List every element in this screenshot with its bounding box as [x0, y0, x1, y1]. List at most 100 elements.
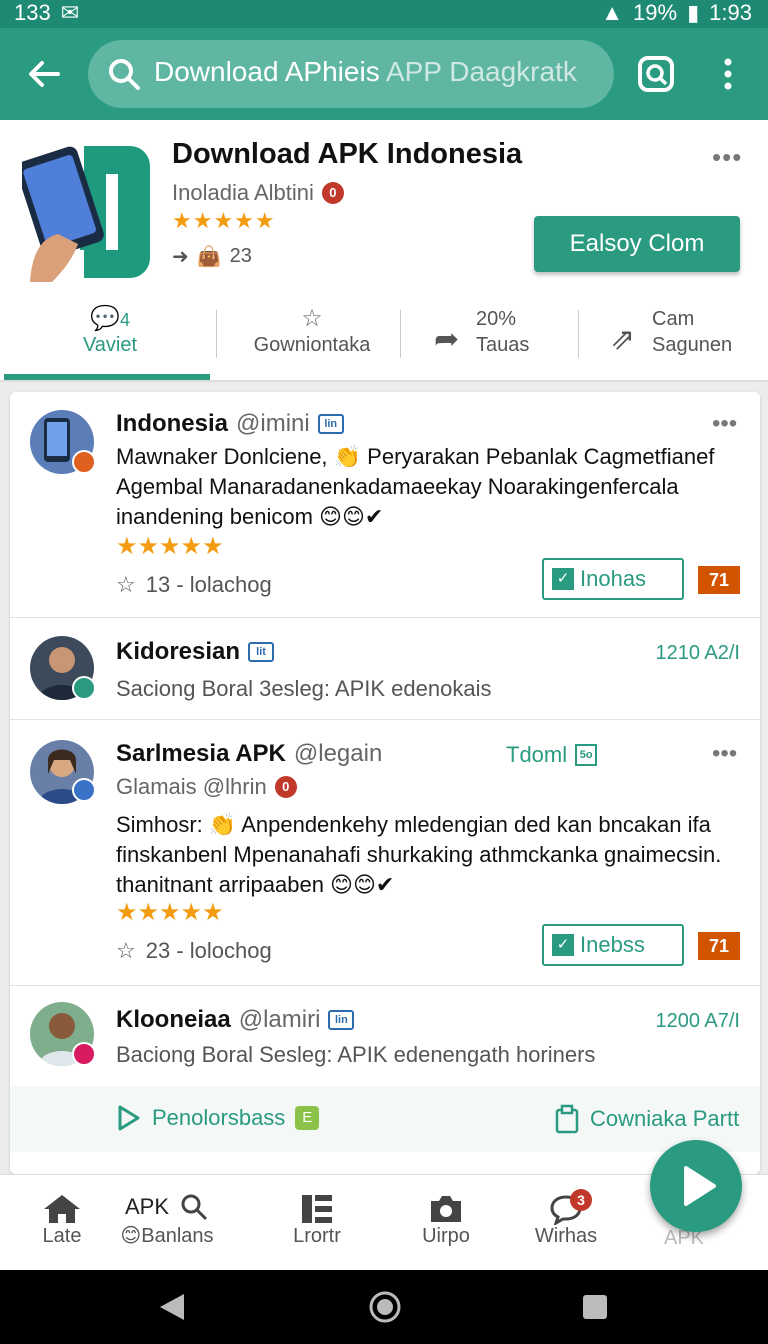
post-meta-text: 13 - lolachog	[145, 572, 272, 597]
app-meta-count: 23	[229, 245, 252, 267]
post-more-icon[interactable]: •••	[712, 410, 737, 438]
post-tag: Tdoml 5o	[506, 742, 598, 768]
share-arrow-icon: ➦	[434, 323, 460, 356]
post-author: Sarlmesia APK	[116, 740, 286, 767]
tab-sagunen-label: Sagunen	[652, 334, 733, 356]
action-row: Penolorsbass E Cowniaka Partt	[10, 1086, 760, 1152]
e-badge-icon: E	[295, 1106, 320, 1130]
post-secondary-text: Glamais @lhrin	[116, 774, 267, 799]
cowniaka-action[interactable]: Cowniaka Partt	[554, 1104, 739, 1134]
post-rating-stars: ★★★★★	[116, 899, 224, 926]
verified-icon: lin	[317, 414, 344, 434]
clipboard-icon	[555, 1104, 579, 1134]
developer-badge-icon: 0	[321, 182, 344, 204]
feed-post[interactable]: Kidoresian lit 1210 A2/I Saciong Boral 3…	[10, 618, 760, 720]
post-subtitle: Saciong Boral 3esleg: APIK edenokais	[116, 676, 492, 701]
tab-vaviet-top: 4	[119, 310, 130, 330]
nav-uirpo[interactable]: Uirpo	[414, 1193, 478, 1248]
nav-wirhas[interactable]: 3 Wirhas	[530, 1189, 602, 1248]
post-more-icon[interactable]: •••	[712, 740, 737, 768]
penolorsbass-action[interactable]: Penolorsbass E	[116, 1104, 320, 1132]
system-recents-icon[interactable]	[582, 1294, 608, 1325]
check-icon: ✓	[552, 934, 574, 956]
system-nav-bar	[0, 1270, 768, 1344]
tab-sagunen[interactable]: ⇗ Cam Sagunen	[600, 308, 750, 398]
play-fab-button[interactable]	[650, 1140, 742, 1232]
install-button[interactable]: Ealsoy Clom	[534, 216, 740, 272]
status-time-left: 133	[14, 0, 51, 25]
post-handle: @legain	[293, 740, 383, 767]
tab-tauas-label: Tauas	[476, 334, 530, 356]
play-icon	[684, 1166, 716, 1206]
camera-icon	[414, 1193, 478, 1225]
overflow-menu-icon[interactable]	[716, 54, 740, 94]
forward-icon: ⇗	[610, 323, 636, 356]
post-action-chip[interactable]: ✓ Inohas	[542, 558, 684, 600]
tab-gowniontaka[interactable]: ☆ Gowniontaka	[232, 304, 392, 394]
system-back-icon[interactable]	[158, 1292, 186, 1327]
tab-divider	[216, 310, 217, 358]
status-badge-icon	[72, 676, 96, 700]
post-handle: @lamiri	[238, 1006, 321, 1033]
post-subtitle: Baciong Boral Sesleg: APIK edenengath ho…	[116, 1042, 596, 1067]
search-query-suffix: APP Daagkratk	[385, 56, 577, 87]
post-author: Kidoresian	[116, 638, 241, 665]
post-time: 1210 A2/I	[655, 642, 740, 664]
feed-post[interactable]: Indonesia @imini lin ••• Mawnaker Donlci…	[10, 392, 760, 618]
star-outline-icon[interactable]: ☆	[116, 938, 136, 964]
penolorsbass-label: Penolorsbass	[152, 1105, 286, 1130]
post-header: Indonesia @imini lin	[116, 410, 344, 438]
share-icon: ➜	[172, 246, 189, 268]
app-developer-name: Inoladia Albtini	[172, 180, 314, 205]
star-outline-icon[interactable]: ☆	[116, 572, 136, 598]
status-clock: 1:93	[709, 0, 752, 25]
search-icon	[106, 56, 142, 92]
nav-banlans-top: APK	[124, 1194, 170, 1219]
verified-icon: lit	[248, 642, 275, 662]
post-header: Kidoresian lit	[116, 638, 275, 666]
post-time: 1200 A7/I	[655, 1010, 740, 1032]
app-developer[interactable]: Inoladia Albtini 0	[172, 180, 344, 206]
search-bar[interactable]: Download APhieis APP Daagkratk	[88, 40, 614, 108]
feed-post[interactable]: Sarlmesia APK @legain Tdoml 5o ••• Glama…	[10, 720, 760, 986]
lens-scan-icon[interactable]	[636, 54, 676, 94]
post-tag-box: 5o	[575, 744, 598, 766]
app-bar: Download APhieis APP Daagkratk	[0, 28, 768, 120]
feed-post[interactable]: Klooneiaa @lamiri lin 1200 A7/I Baciong …	[10, 986, 760, 1086]
nav-wirhas-label: Wirhas	[534, 1225, 598, 1247]
nav-lrortr-label: Lrortr	[293, 1225, 341, 1247]
chip-label: Inebss	[580, 932, 645, 957]
smile-icon: 😊	[120, 1225, 142, 1247]
tab-sagunen-top: Cam	[652, 308, 695, 330]
post-meta-text: 23 - lolochog	[145, 938, 272, 963]
count-badge: 71	[698, 566, 740, 594]
tab-divider	[578, 310, 579, 358]
system-home-icon[interactable]	[368, 1290, 402, 1329]
post-header: Klooneiaa @lamiri lin	[116, 1006, 355, 1034]
app-rating-stars: ★★★★★	[172, 208, 276, 233]
signal-icon: ▲	[601, 0, 624, 25]
check-icon: ✓	[552, 568, 574, 590]
app-more-icon[interactable]: •••	[712, 142, 742, 173]
post-handle: @imini	[236, 410, 310, 437]
nav-lrortr[interactable]: Lrortr	[282, 1193, 352, 1248]
status-badge-icon	[72, 778, 96, 802]
tab-vaviet[interactable]: 💬4 Vaviet	[40, 304, 180, 394]
chat-icon: 3	[530, 1189, 602, 1227]
nav-late[interactable]: Late	[36, 1193, 88, 1248]
nav-uirpo-label: Uirpo	[422, 1225, 470, 1247]
app-meta: ➜ 👜 23	[172, 244, 252, 269]
back-arrow-icon[interactable]	[24, 54, 68, 94]
nav-banlans[interactable]: APK 😊Banlans	[112, 1191, 222, 1248]
post-action-chip[interactable]: ✓ Inebss	[542, 924, 684, 966]
search-icon	[181, 1194, 208, 1221]
play-badge-icon	[72, 1042, 96, 1066]
tab-tauas[interactable]: ➦ 20% Tauas	[420, 308, 570, 398]
star-outline-icon: ☆	[301, 305, 323, 332]
chip-label: Inohas	[580, 566, 647, 591]
thumbs-up-icon: 💬4	[90, 305, 130, 332]
post-author: Indonesia	[116, 410, 229, 437]
post-author: Klooneiaa	[116, 1006, 231, 1033]
mail-icon: ✉	[60, 0, 80, 25]
developer-badge-icon: 0	[274, 776, 297, 798]
